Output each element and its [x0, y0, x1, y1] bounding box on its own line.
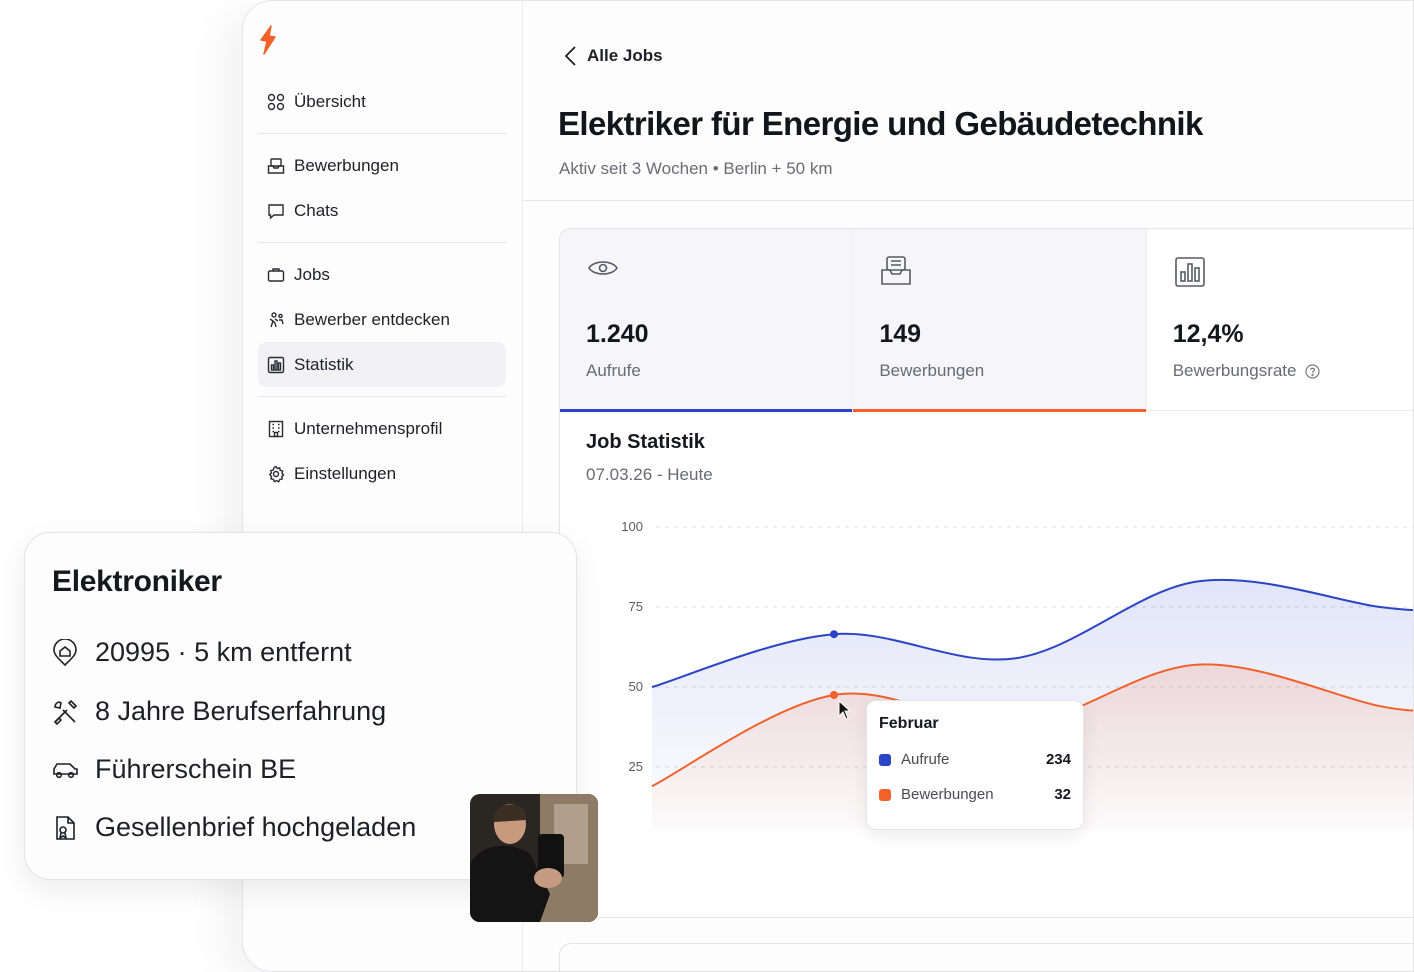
kpi-accent-bar [853, 409, 1146, 412]
gear-icon [266, 464, 286, 484]
kpi-value: 149 [879, 320, 922, 348]
briefcase-icon [266, 265, 286, 285]
building-icon [266, 419, 286, 439]
sidebar-item-chats[interactable]: Chats [258, 188, 506, 233]
page-title: Elektriker für Energie und Gebäudetechni… [558, 105, 1203, 142]
y-tick-label: 25 [629, 759, 643, 774]
sidebar-item-label: Chats [294, 200, 339, 220]
help-icon[interactable] [1304, 363, 1320, 379]
logo-icon [260, 25, 276, 55]
kpi-label-text: Aufrufe [586, 361, 641, 380]
candidate-experience-text: 8 Jahre Berufserfahrung [95, 696, 387, 726]
sidebar-item-label: Einstellungen [294, 463, 397, 483]
inbox-icon [881, 256, 912, 285]
chart-title: Job Statistik [586, 431, 705, 453]
data-point[interactable] [830, 630, 838, 639]
kpi-label-text: Bewerbungsrate [1172, 361, 1297, 380]
kpi-aufrufe[interactable]: 1.240 Aufrufe [560, 229, 854, 412]
candidate-license-text: Führerschein BE [95, 754, 297, 784]
tooltip-value: 234 [1045, 751, 1071, 768]
tooltip-value: 32 [1054, 786, 1071, 803]
y-tick-label: 50 [629, 679, 643, 694]
divider [523, 200, 1413, 201]
location-icon [53, 638, 77, 666]
grid-icon [266, 92, 286, 112]
legend-swatch-blue [879, 753, 891, 766]
sidebar-item-label: Unternehmensprofil [294, 418, 443, 438]
y-tick-label: 100 [621, 519, 643, 534]
chat-icon [266, 201, 286, 221]
candidate-location-text: 20995 · 5 km entfernt [95, 637, 352, 667]
data-point[interactable] [830, 691, 838, 699]
sidebar-item-label: Bewerber entdecken [294, 309, 450, 329]
secondary-panel [559, 943, 1413, 971]
kpi-label-text: Bewerbungen [879, 361, 985, 380]
chart-tooltip: Februar Aufrufe 234 Bewerbungen 32 [866, 700, 1084, 830]
kpi-accent-bar [560, 409, 853, 412]
sidebar-item-bewerbungen[interactable]: Bewerbungen [258, 143, 506, 188]
candidate-location: 20995 · 5 km entfernt [51, 637, 352, 668]
divider [258, 133, 506, 134]
sidebar-item-label: Übersicht [294, 91, 366, 111]
kpi-label: Aufrufe [586, 361, 852, 381]
back-label: Alle Jobs [587, 46, 663, 65]
legend-swatch-orange [879, 788, 891, 801]
candidate-certificate-text: Gesellenbrief hochgeladen [95, 812, 417, 842]
candidate-photo [470, 794, 598, 922]
kpi-bewerbungen[interactable]: 149 Bewerbungen [853, 229, 1147, 412]
sidebar-item-label: Statistik [294, 354, 354, 374]
tooltip-label: Bewerbungen [901, 786, 994, 803]
kpi-row: 1.240 Aufrufe 149 Bewerbungen 12,4% Bewe… [560, 229, 1413, 412]
sidebar-item-jobs[interactable]: Jobs [258, 252, 506, 297]
kpi-label: Bewerbungen [879, 361, 1145, 381]
divider [258, 242, 506, 243]
candidate-experience: 8 Jahre Berufserfahrung [51, 696, 386, 727]
page-subtitle: Aktiv seit 3 Wochen • Berlin + 50 km [559, 159, 833, 178]
tools-icon [53, 699, 78, 725]
kpi-value: 1.240 [586, 320, 649, 348]
chart-date-range: 07.03.26 - Heute [586, 465, 713, 484]
kpi-value: 12,4% [1172, 320, 1244, 348]
candidate-title: Elektroniker [52, 565, 222, 598]
tooltip-label: Aufrufe [901, 751, 950, 768]
sidebar-item-label: Jobs [294, 264, 330, 284]
chart-icon [266, 355, 286, 375]
sidebar-item-statistik[interactable]: Statistik [258, 342, 506, 387]
chevron-left-icon [564, 46, 576, 66]
y-tick-label: 75 [629, 599, 643, 614]
inbox-icon [266, 156, 286, 176]
kpi-label: Bewerbungsrate [1172, 361, 1413, 381]
tooltip-title: Februar [879, 715, 939, 732]
sidebar-item-label: Bewerbungen [294, 155, 399, 175]
sidebar-item-bewerber-entdecken[interactable]: Bewerber entdecken [258, 297, 506, 342]
sidebar-item-uebersicht[interactable]: Übersicht [258, 79, 506, 124]
eye-icon [588, 261, 618, 275]
back-link[interactable]: Alle Jobs [563, 45, 663, 67]
photo-illustration [470, 794, 598, 922]
mouse-cursor-icon [838, 700, 852, 720]
sidebar-item-unternehmensprofil[interactable]: Unternehmensprofil [258, 406, 506, 451]
candidate-certificate: Gesellenbrief hochgeladen [51, 812, 416, 843]
people-icon [266, 310, 286, 330]
car-icon [53, 762, 78, 778]
sidebar-nav: Übersicht Bewerbungen Chats Jobs Bewerbe… [258, 79, 506, 496]
divider [258, 396, 506, 397]
document-icon [56, 815, 75, 840]
chart-icon [1174, 257, 1205, 287]
candidate-license: Führerschein BE [51, 754, 296, 785]
tooltip-row: Bewerbungen 32 [879, 786, 1071, 803]
sidebar-item-einstellungen[interactable]: Einstellungen [258, 451, 506, 496]
tooltip-row: Aufrufe 234 [879, 751, 1071, 768]
kpi-bewerbungsrate[interactable]: 12,4% Bewerbungsrate [1147, 229, 1413, 411]
